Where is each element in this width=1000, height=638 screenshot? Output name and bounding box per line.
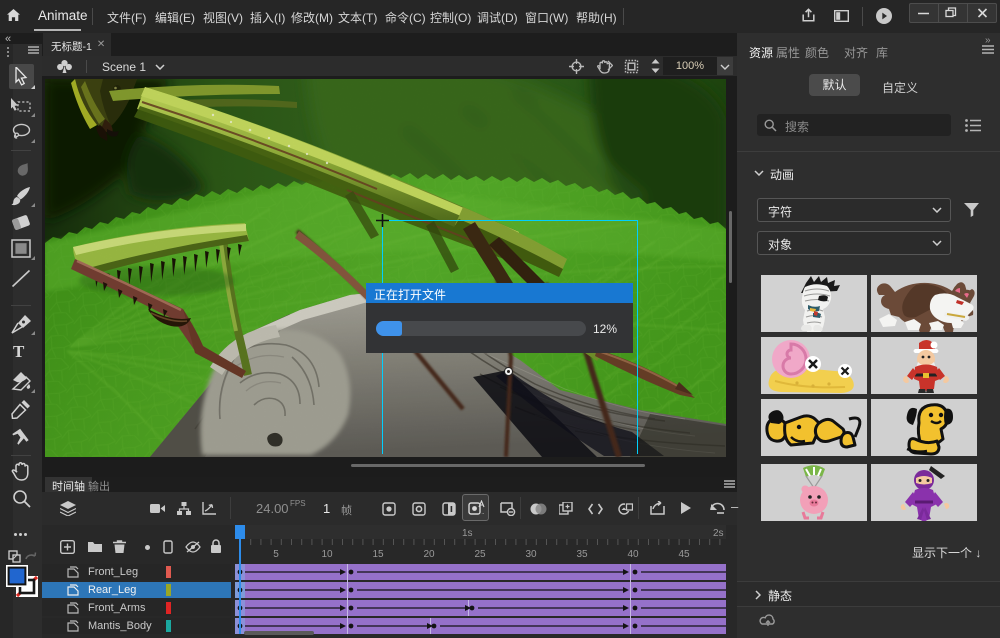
svg-text:25: 25 xyxy=(474,549,486,560)
svg-text:40: 40 xyxy=(627,549,639,560)
svg-text:35: 35 xyxy=(576,549,588,560)
svg-text:20: 20 xyxy=(423,549,435,560)
svg-text:10: 10 xyxy=(321,549,333,560)
svg-text:15: 15 xyxy=(372,549,384,560)
svg-text:5: 5 xyxy=(273,549,279,560)
svg-text:30: 30 xyxy=(525,549,537,560)
svg-text:45: 45 xyxy=(678,549,690,560)
